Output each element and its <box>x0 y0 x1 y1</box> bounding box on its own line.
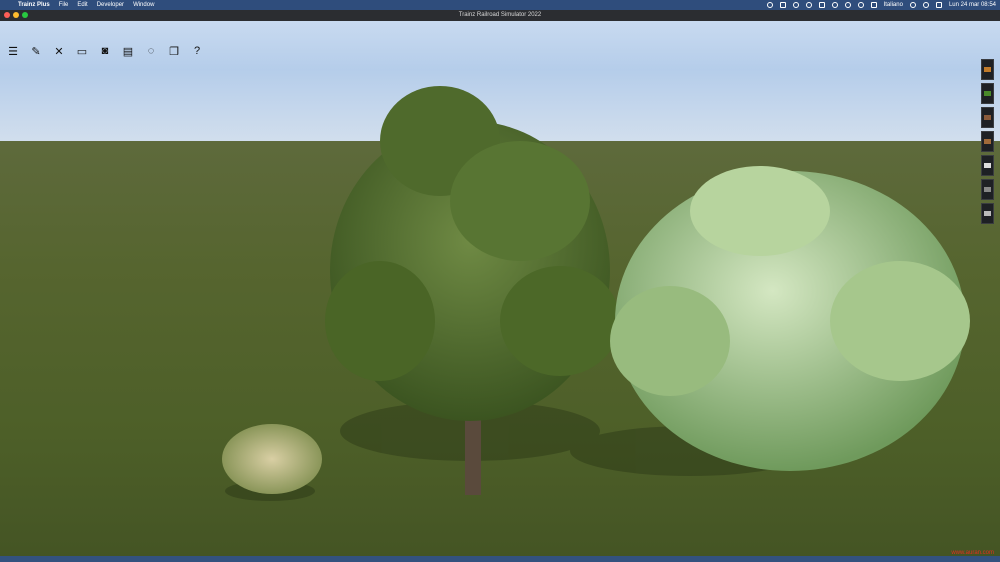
tool-white-button[interactable] <box>981 155 994 176</box>
menu-app-name[interactable]: Trainz Plus <box>18 2 50 8</box>
language-label[interactable]: Italiano <box>884 2 903 8</box>
camera-icon[interactable]: ◙ <box>98 44 112 58</box>
tool-tan-button[interactable] <box>981 131 994 152</box>
menu-icon[interactable]: ☰ <box>6 44 20 58</box>
tool-grey-icon <box>984 187 991 192</box>
status-icon-2[interactable] <box>779 2 786 8</box>
clock[interactable]: Lun 24 mar 08:54 <box>949 2 996 8</box>
status-icon-4[interactable] <box>805 2 812 8</box>
menu-developer[interactable]: Developer <box>97 2 124 8</box>
tool-orange-icon <box>984 67 991 72</box>
tool-white-icon <box>984 163 991 168</box>
tool-brown-button[interactable] <box>981 107 994 128</box>
wifi-icon[interactable] <box>857 2 864 8</box>
scene-trees <box>222 86 970 501</box>
window-title: Trainz Railroad Simulator 2022 <box>458 12 542 18</box>
tree-right <box>610 166 970 471</box>
tools-icon[interactable]: ✕ <box>52 44 66 58</box>
tool-orange-button[interactable] <box>981 59 994 80</box>
tool-green-button[interactable] <box>981 83 994 104</box>
3d-viewport[interactable]: ☰ ✎ ✕ ▭ ◙ ▤ ◌ ❐ ? www.auran.com <box>0 21 1000 562</box>
tool-plus-icon <box>984 211 991 216</box>
bluetooth-icon[interactable] <box>844 2 851 8</box>
close-icon[interactable] <box>4 12 10 18</box>
user-icon[interactable] <box>909 2 916 8</box>
window-titlebar: Trainz Railroad Simulator 2022 <box>0 10 1000 21</box>
menu-edit[interactable]: Edit <box>77 2 87 8</box>
menu-window[interactable]: Window <box>133 2 154 8</box>
maximize-icon[interactable] <box>22 12 28 18</box>
status-area: Italiano Lun 24 mar 08:54 <box>766 0 996 10</box>
edit-icon[interactable]: ✎ <box>29 44 43 58</box>
status-icon-6[interactable] <box>831 2 838 8</box>
layers-icon[interactable]: ▤ <box>121 44 135 58</box>
windows-icon[interactable]: ❐ <box>167 44 181 58</box>
tool-palette <box>981 59 994 224</box>
control-center-icon[interactable] <box>935 2 942 8</box>
tool-plus-button[interactable] <box>981 203 994 224</box>
status-icon-5[interactable] <box>818 2 825 8</box>
tool-brown-icon <box>984 115 991 120</box>
bush-left <box>222 424 322 494</box>
system-menubar: Trainz Plus File Edit Developer Window I… <box>0 0 1000 10</box>
window-bottom-border <box>0 556 1000 562</box>
monitor-icon[interactable]: ▭ <box>75 44 89 58</box>
tool-green-icon <box>984 91 991 96</box>
menu-file[interactable]: File <box>59 2 69 8</box>
editor-toolbar: ☰ ✎ ✕ ▭ ◙ ▤ ◌ ❐ ? <box>6 44 204 58</box>
help-icon[interactable]: ? <box>190 44 204 58</box>
status-icon-1[interactable] <box>766 2 773 8</box>
search-icon[interactable] <box>922 2 929 8</box>
keyboard-icon[interactable] <box>870 2 877 8</box>
minimize-icon[interactable] <box>13 12 19 18</box>
status-icon-3[interactable] <box>792 2 799 8</box>
tool-tan-icon <box>984 139 991 144</box>
tool-grey-button[interactable] <box>981 179 994 200</box>
chat-icon[interactable]: ◌ <box>144 44 158 58</box>
window-controls <box>4 12 28 18</box>
